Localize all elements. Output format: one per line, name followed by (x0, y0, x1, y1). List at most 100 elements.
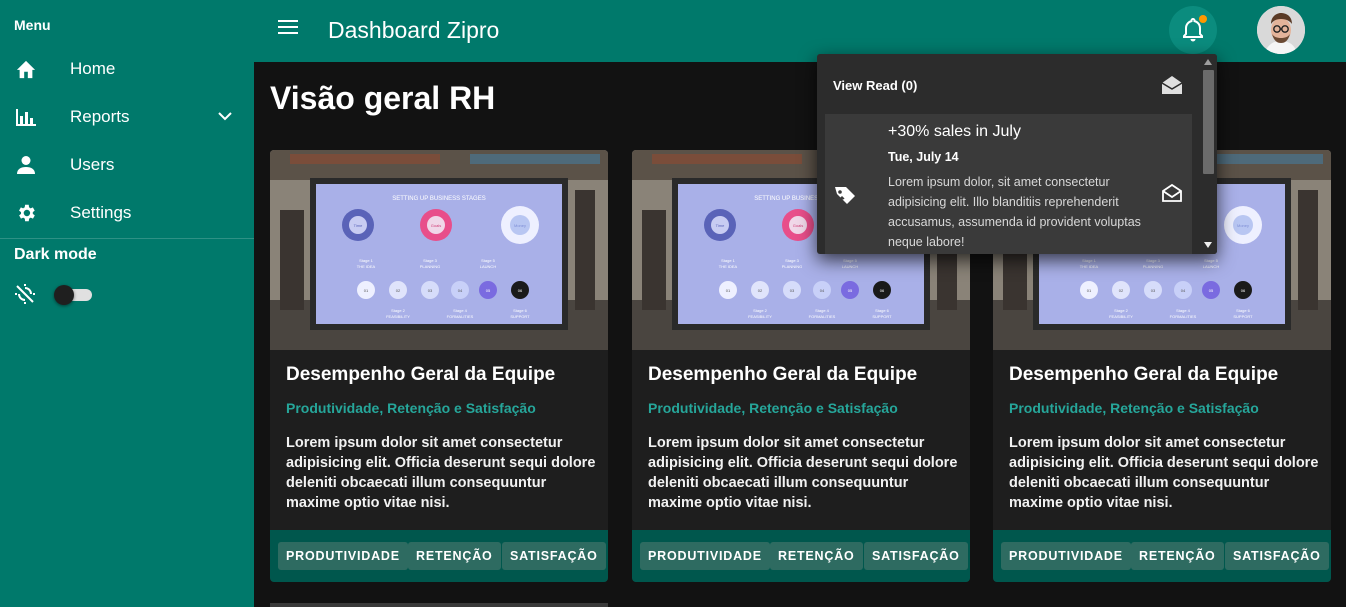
chevron-down-icon[interactable] (216, 107, 234, 130)
card-title: Desempenho Geral da Equipe (1009, 364, 1279, 385)
mark-read-icon[interactable] (1160, 182, 1184, 209)
notification-button[interactable] (1169, 6, 1217, 54)
svg-text:FEASIBILITY: FEASIBILITY (748, 314, 772, 319)
svg-text:Stage 5: Stage 5 (481, 258, 496, 263)
svg-text:03: 03 (790, 288, 795, 293)
tag-chip[interactable]: SATISFAÇÃO (864, 542, 968, 570)
svg-text:03: 03 (1151, 288, 1156, 293)
svg-text:03: 03 (428, 288, 433, 293)
sidebar: Menu Home Reports Users Settings Dark mo… (0, 0, 254, 607)
svg-text:THE IDEA: THE IDEA (719, 264, 738, 269)
svg-text:Stage 4: Stage 4 (453, 308, 468, 313)
svg-text:Money: Money (514, 223, 526, 228)
card-actions: PRODUTIVIDADE RETENÇÃO SATISFAÇÃO (993, 530, 1331, 582)
card-subtitle: Produtividade, Retenção e Satisfação (648, 400, 898, 416)
notification-item[interactable]: +30% sales in July Tue, July 14 Lorem ip… (825, 114, 1192, 254)
person-icon (14, 154, 38, 176)
sale-tag-icon (833, 184, 857, 211)
svg-text:Stage 6: Stage 6 (513, 308, 528, 313)
svg-text:SUPPORT: SUPPORT (872, 314, 892, 319)
scroll-thumb[interactable] (1203, 70, 1214, 174)
next-card-edge (270, 603, 608, 607)
svg-text:04: 04 (1181, 288, 1186, 293)
view-read-link[interactable]: View Read (0) (833, 78, 917, 93)
svg-text:06: 06 (880, 288, 885, 293)
card-text: Lorem ipsum dolor sit amet consectetur a… (1009, 435, 1319, 511)
svg-text:FEASIBILITY: FEASIBILITY (1109, 314, 1133, 319)
notifications-dropdown: View Read (0) +30% sales in July Tue, Ju… (817, 54, 1217, 254)
dropdown-scrollbar[interactable] (1200, 54, 1217, 254)
tag-chip[interactable]: PRODUTIVIDADE (278, 542, 408, 570)
svg-text:Stage 6: Stage 6 (1236, 308, 1251, 313)
tag-chip[interactable]: PRODUTIVIDADE (1001, 542, 1131, 570)
svg-text:02: 02 (758, 288, 763, 293)
dark-mode-toggle[interactable] (54, 285, 92, 305)
card-actions: PRODUTIVIDADE RETENÇÃO SATISFAÇÃO (632, 530, 970, 582)
card-title: Desempenho Geral da Equipe (286, 364, 556, 385)
sidebar-item-label: Users (70, 155, 115, 174)
card-actions: PRODUTIVIDADE RETENÇÃO SATISFAÇÃO (270, 530, 608, 582)
gear-icon (14, 202, 38, 224)
card-subtitle: Produtividade, Retenção e Satisfação (1009, 400, 1259, 416)
svg-text:FORMALITIES: FORMALITIES (809, 314, 836, 319)
top-app-bar: Dashboard Zipro (254, 0, 1346, 62)
svg-text:05: 05 (486, 288, 491, 293)
hamburger-icon[interactable] (278, 20, 298, 40)
svg-text:Stage 4: Stage 4 (815, 308, 830, 313)
tag-chip[interactable]: RETENÇÃO (1131, 542, 1224, 570)
svg-text:SUPPORT: SUPPORT (1233, 314, 1253, 319)
sidebar-item-settings[interactable]: Settings (0, 191, 254, 235)
svg-text:Time: Time (354, 223, 364, 228)
svg-text:Stage 1: Stage 1 (721, 258, 736, 263)
dark-mode-label: Dark mode (14, 246, 97, 263)
svg-text:THE IDEA: THE IDEA (1080, 264, 1099, 269)
card-text: Lorem ipsum dolor sit amet consectetur a… (648, 435, 958, 511)
scroll-up-arrow[interactable] (1204, 59, 1212, 65)
svg-text:Stage 1: Stage 1 (359, 258, 374, 263)
toggle-thumb (54, 285, 74, 305)
svg-text:Stage 2: Stage 2 (753, 308, 768, 313)
sidebar-item-home[interactable]: Home (0, 47, 254, 91)
notification-date: Tue, July 14 (888, 150, 959, 164)
svg-text:01: 01 (726, 288, 731, 293)
home-icon (14, 58, 38, 80)
svg-text:THE IDEA: THE IDEA (357, 264, 376, 269)
sidebar-item-label: Reports (70, 107, 130, 126)
svg-text:PLANNING: PLANNING (1143, 264, 1163, 269)
svg-text:LAUNCH: LAUNCH (480, 264, 497, 269)
svg-text:01: 01 (364, 288, 369, 293)
tag-chip[interactable]: RETENÇÃO (770, 542, 863, 570)
tag-chip[interactable]: SATISFAÇÃO (502, 542, 606, 570)
svg-text:Stage 2: Stage 2 (1114, 308, 1129, 313)
svg-text:Stage 5: Stage 5 (1204, 258, 1219, 263)
svg-text:LAUNCH: LAUNCH (1203, 264, 1220, 269)
svg-text:LAUNCH: LAUNCH (842, 264, 859, 269)
avatar[interactable] (1257, 6, 1305, 54)
app-title: Dashboard Zipro (328, 17, 500, 43)
svg-text:04: 04 (458, 288, 463, 293)
svg-text:Stage 4: Stage 4 (1176, 308, 1191, 313)
svg-text:06: 06 (518, 288, 523, 293)
svg-text:05: 05 (1209, 288, 1214, 293)
notification-body: Lorem ipsum dolor, sit amet consectetur … (888, 175, 1141, 249)
svg-text:PLANNING: PLANNING (420, 264, 440, 269)
mark-all-read-icon[interactable] (1160, 74, 1184, 101)
brightness-icon (14, 283, 36, 310)
svg-text:01: 01 (1087, 288, 1092, 293)
menu-title: Menu (14, 17, 51, 33)
tag-chip[interactable]: PRODUTIVIDADE (640, 542, 770, 570)
tag-chip[interactable]: RETENÇÃO (408, 542, 501, 570)
svg-text:Goals: Goals (431, 223, 441, 228)
sidebar-item-reports[interactable]: Reports (0, 95, 254, 139)
svg-text:Stage 5: Stage 5 (843, 258, 858, 263)
svg-text:FORMALITIES: FORMALITIES (447, 314, 474, 319)
sidebar-item-label: Settings (70, 203, 132, 222)
presentation-screen-image: SETTING UP BUSINESS STAGES Time Goals Mo… (270, 150, 608, 350)
svg-text:Stage 2: Stage 2 (391, 308, 406, 313)
sidebar-item-users[interactable]: Users (0, 143, 254, 187)
svg-text:05: 05 (848, 288, 853, 293)
card: SETTING UP BUSINESS STAGES Time Goals Mo… (270, 150, 608, 582)
scroll-down-arrow[interactable] (1204, 242, 1212, 248)
unread-badge (1199, 15, 1207, 23)
tag-chip[interactable]: SATISFAÇÃO (1225, 542, 1329, 570)
